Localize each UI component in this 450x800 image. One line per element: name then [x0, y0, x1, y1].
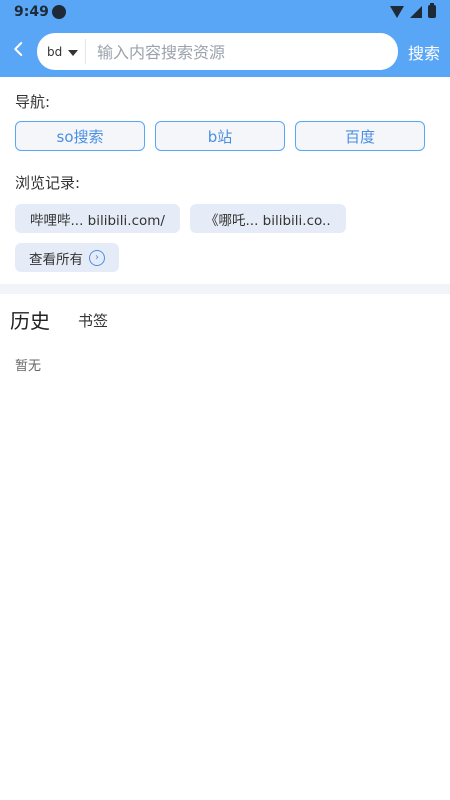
status-bar: 9:49: [0, 0, 450, 24]
view-all-button[interactable]: 查看所有 ›: [15, 243, 119, 272]
search-button[interactable]: 搜索: [408, 40, 440, 64]
battery-icon: [428, 3, 436, 18]
main-content: 导航: so搜索 b站 百度 浏览记录: 哔哩哔... bilibili.com…: [0, 77, 450, 800]
empty-state-text: 暂无: [15, 359, 42, 374]
browsing-history-title: 浏览记录:: [15, 174, 81, 192]
browsing-history-list: 哔哩哔... bilibili.com/ 《哪吒... bilibili.co.…: [15, 204, 346, 233]
chevron-down-icon: [68, 50, 79, 56]
status-icons: [390, 3, 436, 18]
navigation-title: 导航:: [15, 93, 51, 111]
search-bar: bd: [37, 33, 398, 70]
signal-icon: [410, 5, 422, 18]
search-divider: [85, 39, 86, 64]
nav-button-bilibili[interactable]: b站: [155, 121, 285, 151]
wifi-icon: [390, 5, 404, 18]
back-button[interactable]: [10, 40, 28, 58]
history-item[interactable]: 《哪吒... bilibili.co..: [189, 204, 346, 233]
status-time: 9:49: [14, 4, 49, 20]
section-separator: [0, 284, 450, 294]
engine-label: bd: [47, 45, 63, 59]
tab-history[interactable]: 历史: [10, 305, 50, 334]
search-input[interactable]: [95, 41, 394, 64]
status-notification-dot: [52, 5, 66, 19]
back-arrow-icon: [14, 42, 23, 56]
navigation-row: so搜索 b站 百度: [15, 121, 425, 151]
nav-button-so[interactable]: so搜索: [15, 121, 145, 151]
history-item[interactable]: 哔哩哔... bilibili.com/: [15, 204, 180, 233]
tab-bookmarks[interactable]: 书签: [78, 310, 108, 334]
engine-selector[interactable]: bd: [47, 43, 79, 61]
nav-button-baidu[interactable]: 百度: [295, 121, 425, 151]
chevron-right-icon: ›: [89, 249, 105, 266]
top-app-bar: 9:49 bd 搜索: [0, 0, 450, 77]
view-all-label: 查看所有: [29, 251, 83, 268]
history-bookmark-tabs: 历史 书签: [10, 305, 108, 334]
